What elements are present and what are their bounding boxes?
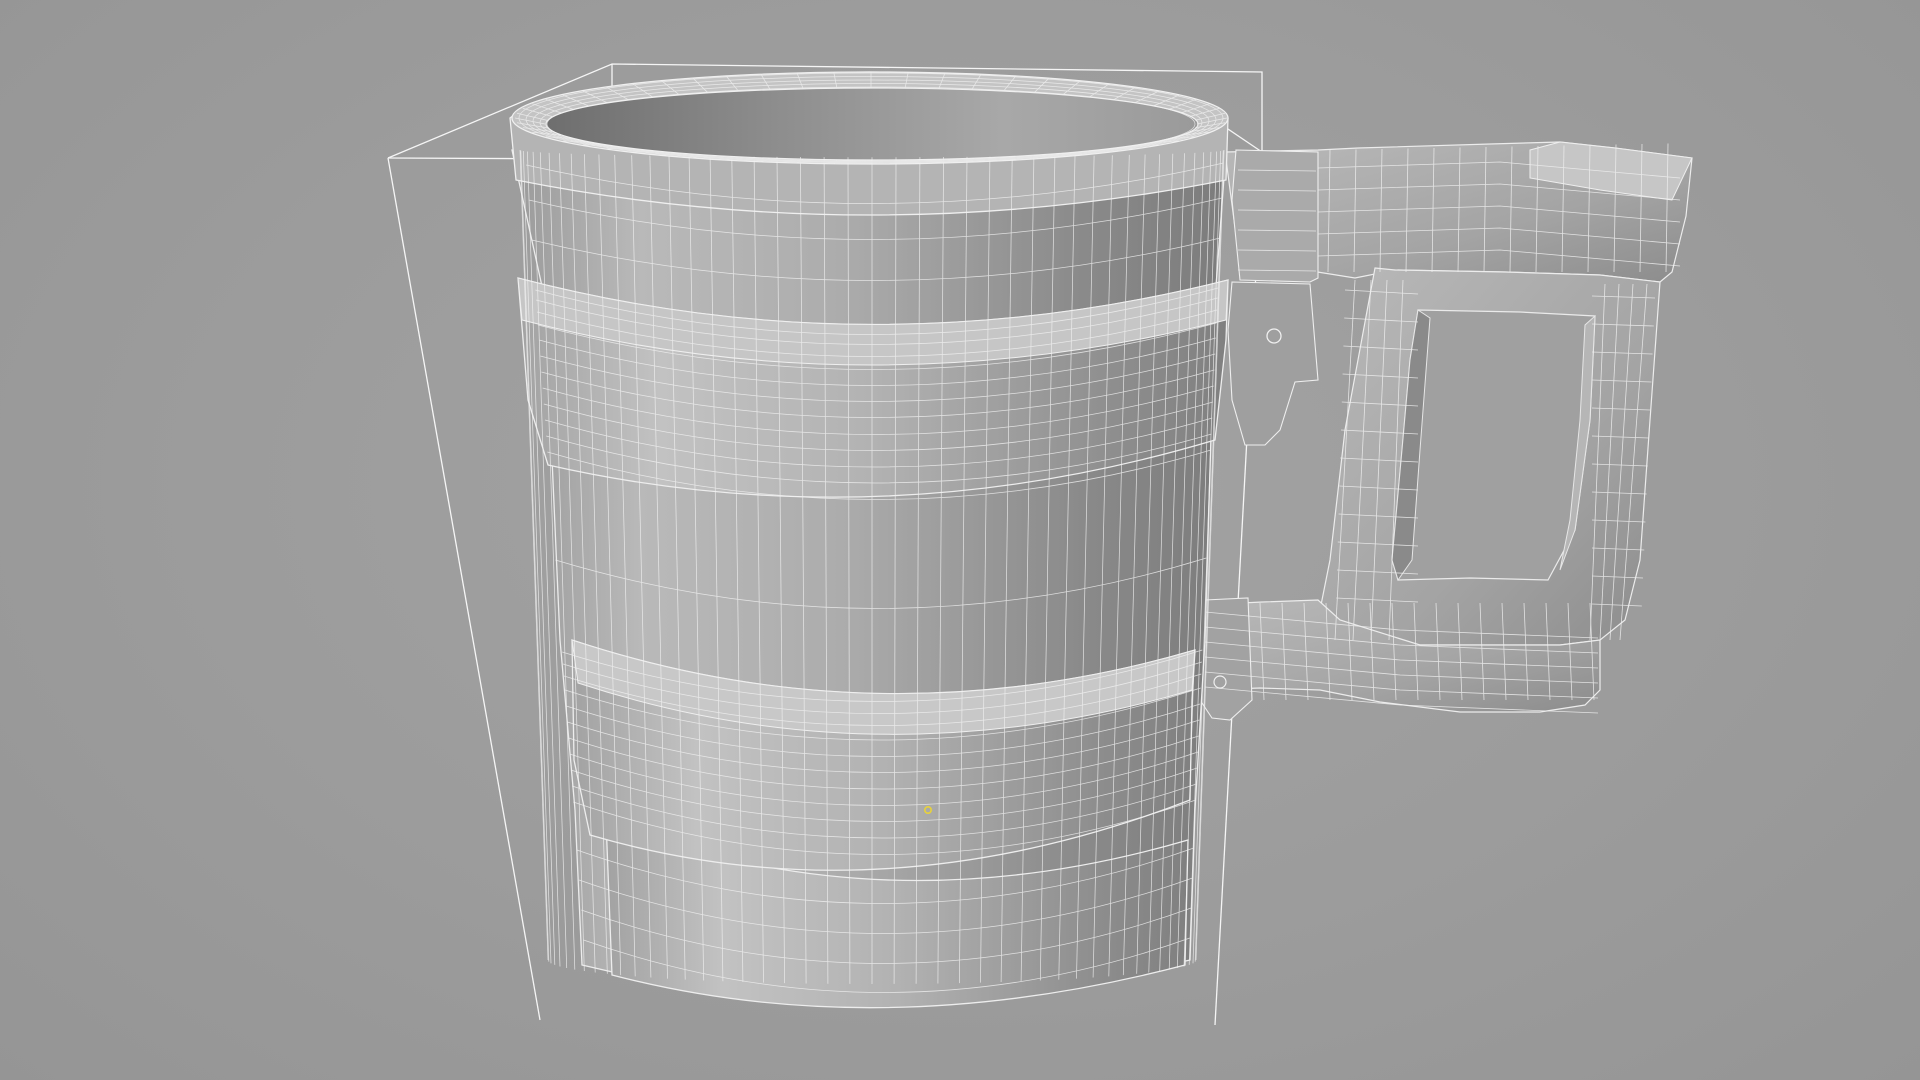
mug-opening (545, 87, 1199, 161)
handle[interactable] (1199, 141, 1693, 721)
viewport-scene[interactable] (0, 0, 1920, 1080)
upper-hinge-pin (1227, 281, 1319, 446)
mug-body[interactable] (509, 71, 1229, 1009)
3d-viewport[interactable] (0, 0, 1920, 1080)
